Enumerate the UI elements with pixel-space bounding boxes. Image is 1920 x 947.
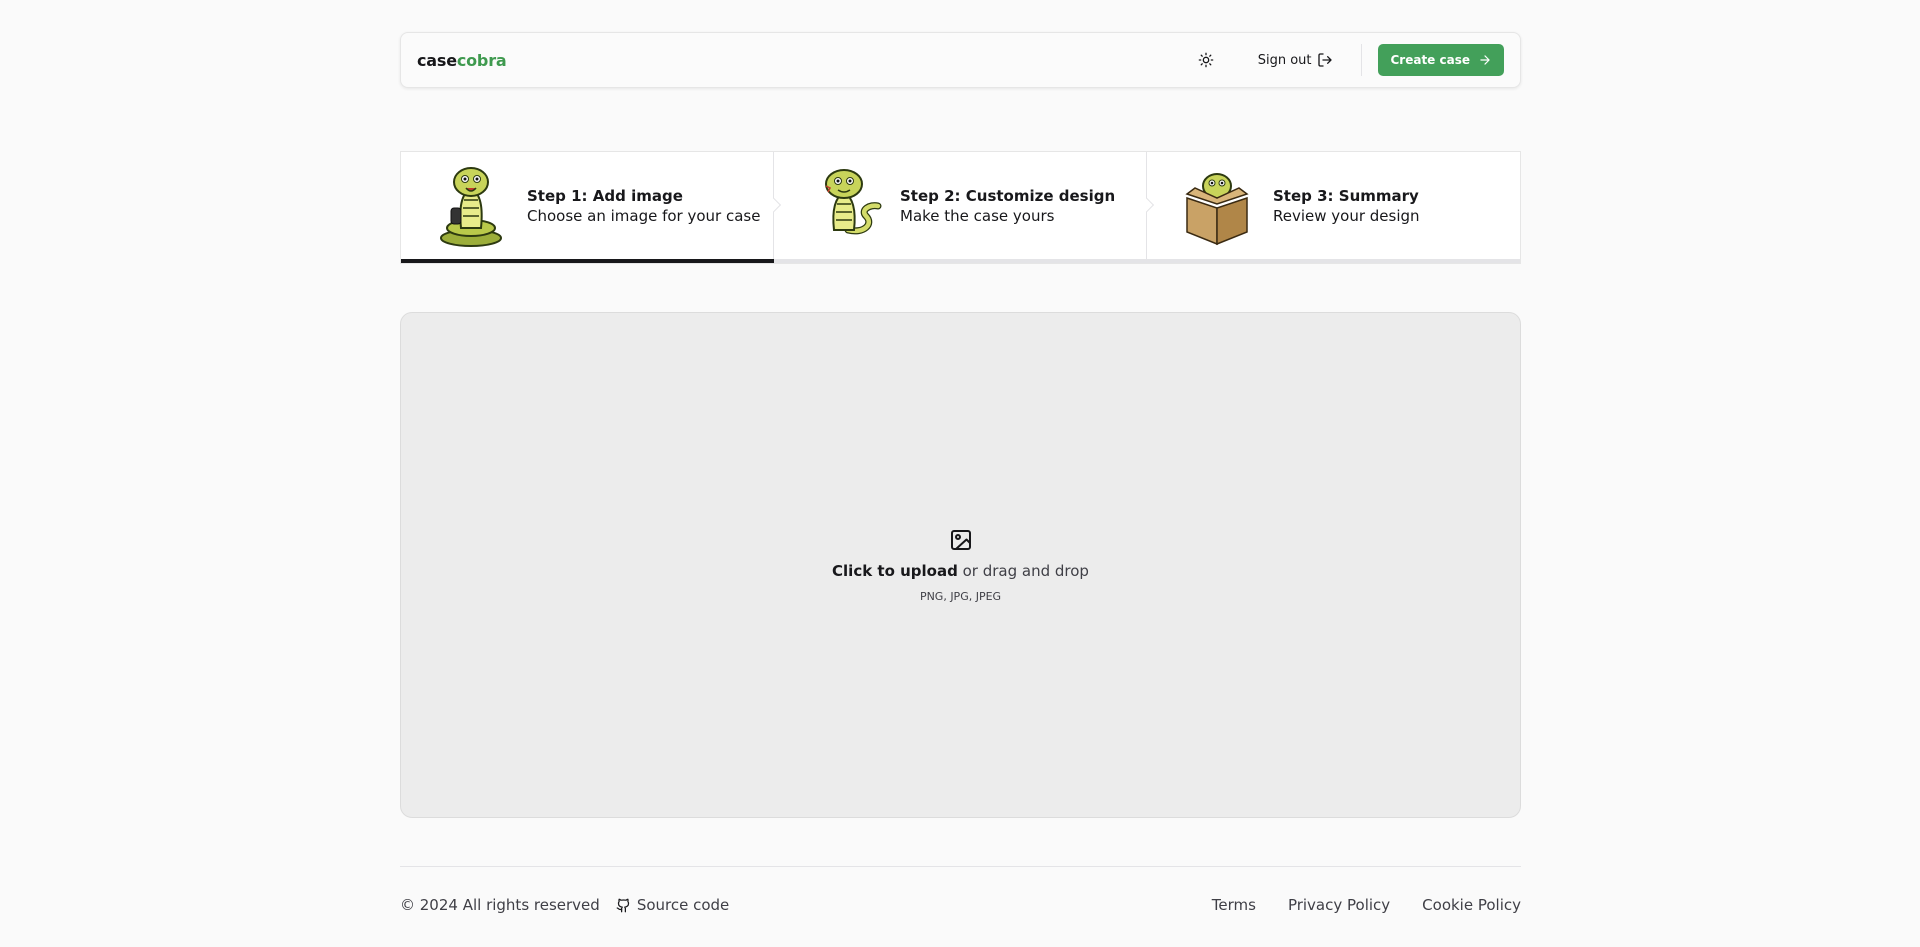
copyright: © 2024 All rights reserved [400,896,600,914]
github-icon [616,898,629,912]
step-title: Step 3: Summary [1273,186,1419,205]
step-add-image: Step 1: Add image Choose an image for yo… [401,152,774,263]
step-text: Step 2: Customize design Make the case y… [900,186,1115,226]
step-text: Step 3: Summary Review your design [1273,186,1420,226]
sign-out-label: Sign out [1257,52,1312,68]
step-customize-design: Step 2: Customize design Make the case y… [773,152,1147,263]
terms-link[interactable]: Terms [1212,896,1256,914]
sign-out-button[interactable]: Sign out [1248,42,1344,78]
step-description: Review your design [1273,206,1420,225]
accepted-formats: PNG, JPG, JPEG [919,589,1002,603]
step-summary: Step 3: Summary Review your design [1146,152,1520,263]
step-description: Choose an image for your case [527,206,761,225]
logo-text-cobra: cobra [456,50,507,70]
footer: © 2024 All rights reserved Source code T… [400,896,1521,914]
create-case-label: Create case [1390,53,1470,67]
nav-actions: Sign out Create case [1188,33,1504,87]
create-case-button[interactable]: Create case [1378,44,1504,76]
privacy-policy-link[interactable]: Privacy Policy [1288,896,1390,914]
footer-divider [400,866,1521,867]
drag-drop-text: or drag and drop [962,561,1089,580]
step-title: Step 2: Customize design [900,186,1116,205]
theme-toggle-button[interactable] [1188,42,1224,78]
source-code-link[interactable]: Source code [616,896,729,914]
source-code-label: Source code [636,896,730,914]
log-out-icon [1318,53,1333,67]
logo-text-case: case [417,50,457,70]
cookie-policy-link[interactable]: Cookie Policy [1422,896,1521,914]
click-to-upload-text[interactable]: Click to upload [832,562,958,580]
sun-icon [1198,52,1214,68]
snake-image-icon [440,166,502,247]
steps-progress: Step 1: Add image Choose an image for yo… [400,151,1521,264]
arrow-right-icon [1480,55,1490,65]
upload-dropzone[interactable]: Click to upload or drag and drop PNG, JP… [400,312,1521,818]
step-description: Make the case yours [900,206,1055,225]
step-text: Step 1: Add image Choose an image for yo… [527,186,760,226]
footer-links: Terms Privacy Policy Cookie Policy [1212,896,1521,914]
image-icon [950,529,971,550]
navbar: casecobra Sign out Create case [400,32,1521,88]
nav-divider [1361,44,1363,76]
logo[interactable]: casecobra [417,50,507,70]
snake-box-image-icon [1185,172,1249,245]
step-title: Step 1: Add image [527,186,683,205]
snake-image-icon [825,168,882,234]
upload-instruction: Click to upload or drag and drop [832,562,1089,580]
